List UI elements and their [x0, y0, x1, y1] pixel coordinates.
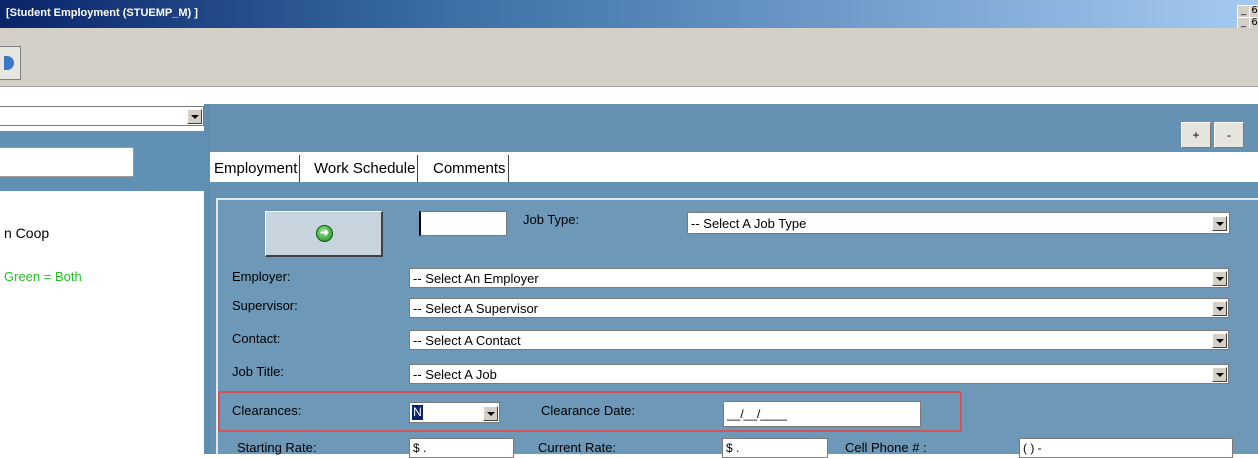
- cell-phone-label: Cell Phone # :: [845, 440, 927, 455]
- tab-work-schedule[interactable]: Work Schedule: [312, 155, 419, 182]
- clearance-date-label: Clearance Date:: [541, 403, 635, 418]
- chevron-down-icon[interactable]: [1212, 271, 1227, 286]
- current-rate-input[interactable]: $ .: [722, 438, 828, 458]
- toolbar-button[interactable]: [0, 46, 21, 80]
- starting-rate-label: Starting Rate:: [237, 440, 317, 455]
- toolbar-icon: [4, 56, 14, 70]
- remove-button[interactable]: -: [1214, 122, 1244, 148]
- employer-label: Employer:: [232, 269, 291, 284]
- id-input[interactable]: [419, 211, 507, 236]
- chevron-down-icon[interactable]: [1212, 367, 1227, 382]
- employer-select[interactable]: -- Select An Employer: [409, 268, 1229, 288]
- left-dropdown[interactable]: [0, 106, 204, 126]
- clearances-label: Clearances:: [232, 403, 302, 418]
- chevron-down-icon[interactable]: [483, 406, 498, 421]
- clearances-select[interactable]: N: [409, 402, 500, 423]
- job-type-select[interactable]: -- Select A Job Type: [687, 212, 1230, 234]
- window-title-bar: [Student Employment (STUEMP_M) ] _ 6 _ 6: [0, 0, 1258, 30]
- clearances-value: N: [412, 405, 423, 420]
- chevron-down-icon[interactable]: [1212, 301, 1227, 316]
- chevron-down-icon[interactable]: [1212, 333, 1227, 348]
- tab-comments[interactable]: Comments: [431, 155, 509, 182]
- supervisor-label: Supervisor:: [232, 298, 298, 313]
- chevron-down-icon[interactable]: [1212, 216, 1227, 231]
- go-button[interactable]: ➜: [265, 211, 383, 257]
- chevron-down-icon[interactable]: [187, 109, 202, 124]
- add-button[interactable]: +: [1181, 122, 1211, 148]
- tab-employment[interactable]: Employment: [212, 155, 301, 182]
- starting-rate-input[interactable]: $ .: [409, 438, 514, 458]
- program-label: n Coop: [4, 225, 50, 241]
- left-search-input[interactable]: [0, 147, 134, 177]
- current-rate-label: Current Rate:: [538, 440, 617, 455]
- cell-phone-input[interactable]: ( ) -: [1019, 438, 1233, 458]
- job-title-label: Job Title:: [232, 364, 285, 379]
- window-title: [Student Employment (STUEMP_M) ]: [6, 7, 198, 19]
- contact-select[interactable]: -- Select A Contact: [409, 330, 1229, 350]
- toolbar: [0, 28, 1258, 87]
- arrow-right-circle-icon: ➜: [316, 225, 333, 242]
- job-type-label: Job Type:: [523, 212, 580, 227]
- clearance-date-input[interactable]: __/__/____: [723, 401, 921, 427]
- job-title-select[interactable]: -- Select A Job: [409, 364, 1229, 384]
- contact-label: Contact:: [232, 331, 281, 346]
- supervisor-select[interactable]: -- Select A Supervisor: [409, 298, 1229, 318]
- legend-text: Green = Both: [4, 269, 82, 284]
